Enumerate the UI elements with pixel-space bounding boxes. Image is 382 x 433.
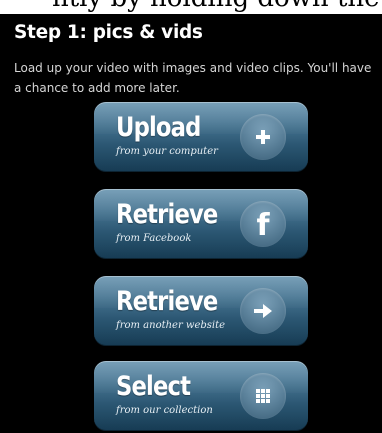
select-collection-button-label: Select (116, 371, 191, 402)
select-collection-button[interactable]: Select from our collection (94, 361, 308, 431)
step-title: Step 1: pics & vids (14, 22, 203, 43)
retrieve-website-button-sublabel: from another website (116, 320, 226, 331)
select-collection-button-sublabel: from our collection (116, 405, 213, 416)
arrow-right-icon (240, 288, 286, 334)
retrieve-website-button-label: Retrieve (116, 286, 218, 317)
upload-button[interactable]: Upload from your computer (94, 102, 308, 172)
upload-button-sublabel: from your computer (116, 146, 218, 157)
retrieve-facebook-button-label: Retrieve (116, 199, 218, 230)
retrieve-facebook-button-sublabel: from Facebook (116, 233, 192, 244)
clipped-instruction-fragment: ntly by holding down the CTRL (52, 0, 382, 12)
retrieve-facebook-button[interactable]: Retrieve from Facebook f (94, 189, 308, 259)
facebook-icon: f (240, 201, 286, 247)
plus-icon (240, 114, 286, 160)
clipped-instruction-text: ntly by holding down the CTRL (0, 0, 382, 14)
facebook-glyph: f (256, 207, 270, 243)
grid-icon (240, 373, 286, 419)
retrieve-website-button[interactable]: Retrieve from another website (94, 276, 308, 346)
step-description: Load up your video with images and video… (14, 61, 372, 95)
upload-button-label: Upload (116, 112, 201, 143)
